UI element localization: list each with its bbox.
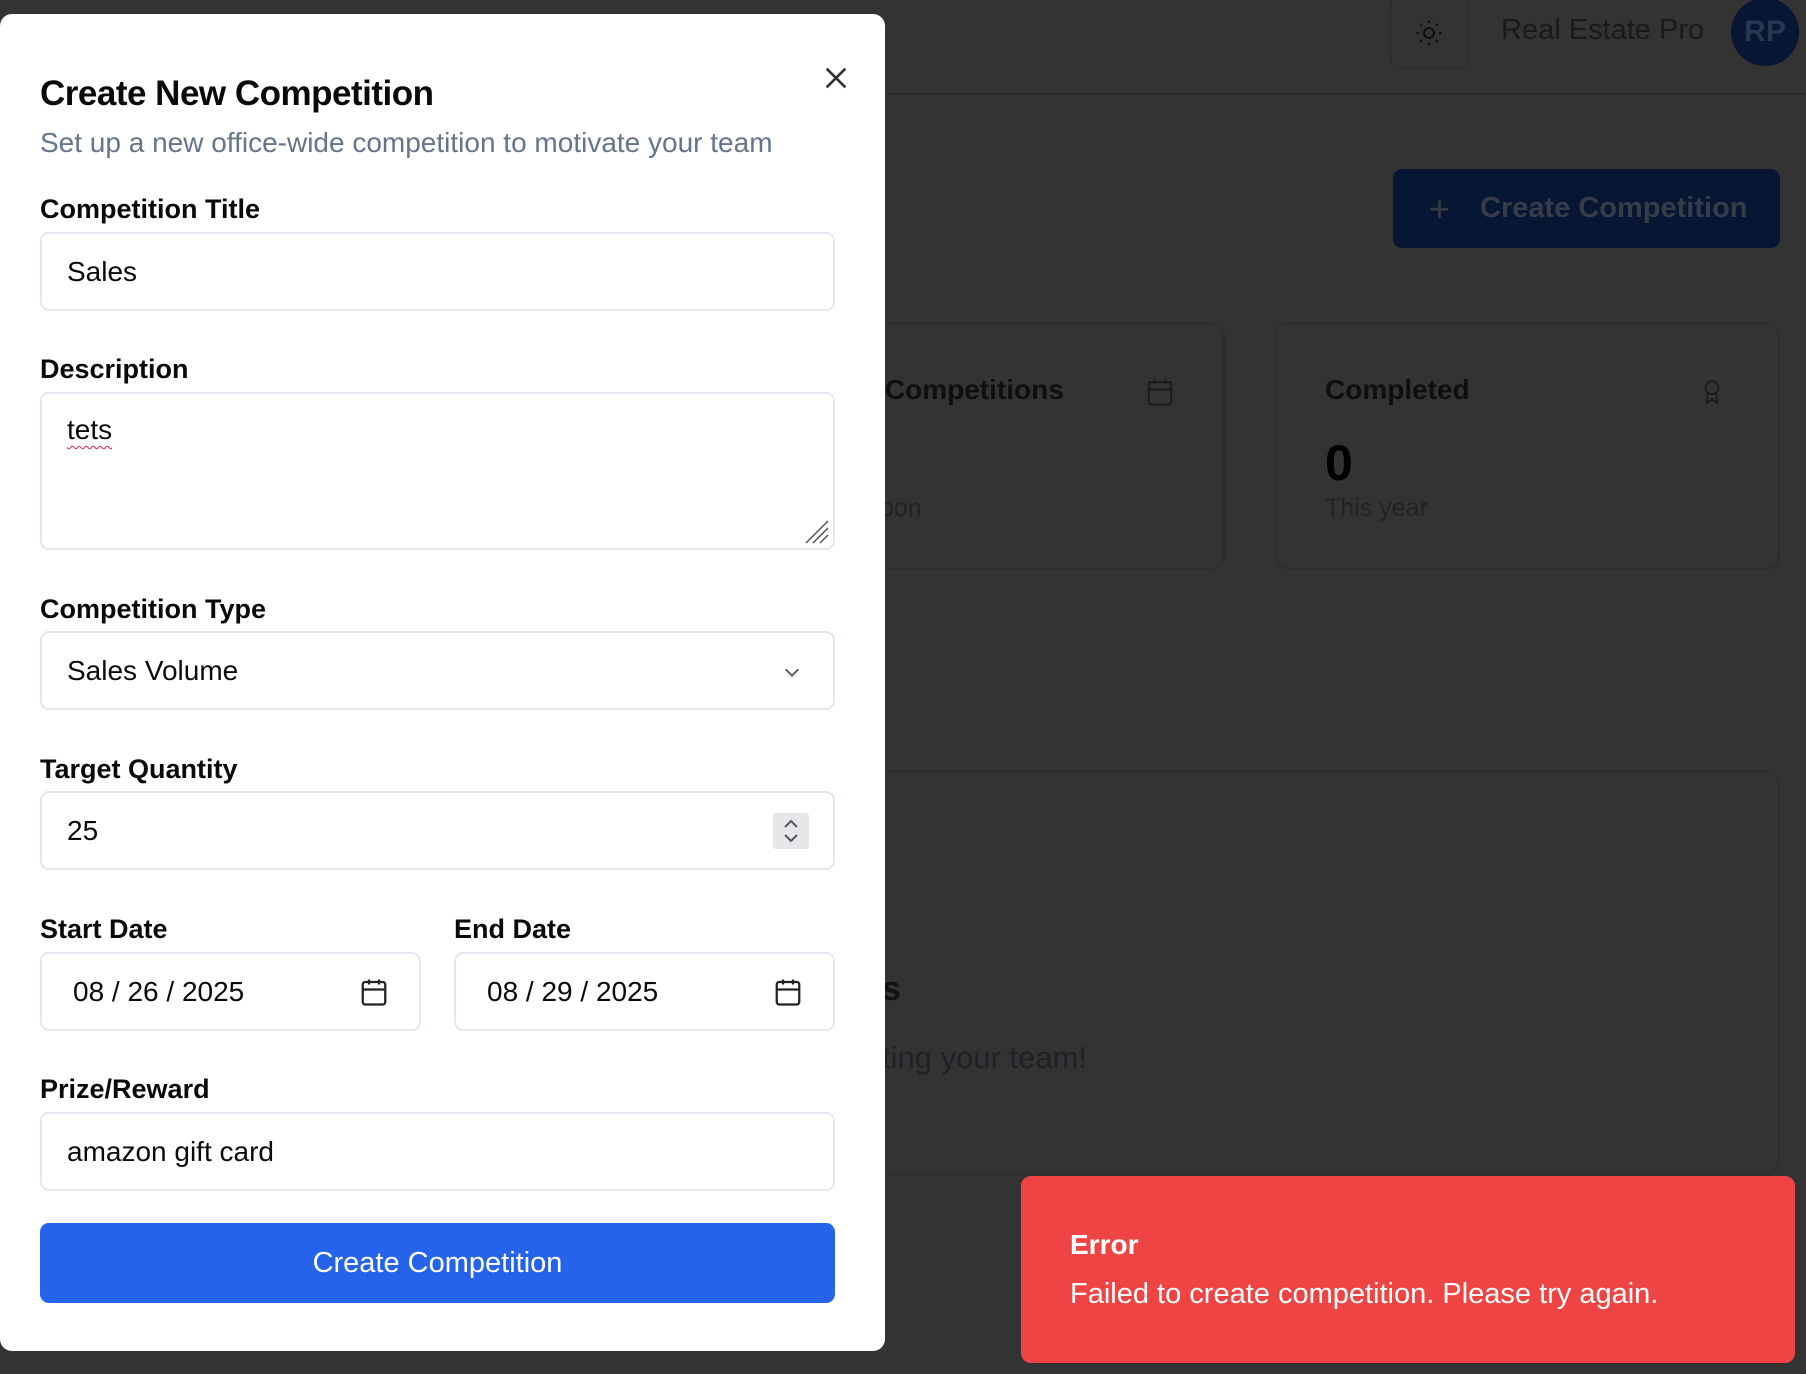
resize-handle-icon[interactable]	[801, 516, 829, 544]
start-date-value: 08 / 26 / 2025	[73, 975, 245, 1007]
end-date-input[interactable]: 08 / 29 / 2025	[454, 952, 835, 1031]
completed-card: Completed 0 This year	[1275, 322, 1780, 570]
competition-type-select[interactable]: Sales Volume	[40, 631, 835, 710]
title-input[interactable]: Sales	[40, 232, 835, 311]
prize-value: amazon gift card	[67, 1135, 274, 1167]
error-toast[interactable]: Error Failed to create competition. Plea…	[1021, 1176, 1795, 1363]
description-textarea[interactable]: tets	[40, 392, 835, 550]
stepper-arrows-icon	[784, 819, 798, 843]
calendar-icon	[1147, 379, 1173, 406]
create-competition-label: Create Competition	[1480, 192, 1748, 224]
target-value: 25	[67, 814, 99, 846]
card-value: 0	[1325, 435, 1353, 491]
calendar-icon[interactable]	[773, 976, 803, 1008]
award-icon	[1704, 380, 1720, 405]
toast-title: Error	[1070, 1229, 1139, 1260]
type-value: Sales Volume	[67, 654, 239, 686]
submit-create-competition-button[interactable]: Create Competition	[40, 1223, 835, 1303]
end-date-value: 08 / 29 / 2025	[487, 975, 659, 1007]
title-label: Competition Title	[40, 194, 260, 224]
start-date-label: Start Date	[40, 914, 168, 944]
title-value: Sales	[67, 255, 138, 287]
description-label: Description	[40, 354, 189, 384]
theme-toggle-button[interactable]	[1390, 0, 1468, 69]
chevron-down-icon	[784, 668, 800, 677]
toast-message: Failed to create competition. Please try…	[1070, 1278, 1659, 1310]
card-subtext: oon	[880, 494, 922, 522]
dialog-subtitle: Set up a new office-wide competition to …	[40, 127, 773, 158]
type-label: Competition Type	[40, 594, 266, 624]
card-title: Completed	[1325, 374, 1470, 405]
prize-label: Prize/Reward	[40, 1074, 210, 1104]
close-icon[interactable]	[820, 62, 852, 94]
card-title: g Competitions	[860, 374, 1064, 405]
empty-state-text: ting your team!	[882, 1040, 1088, 1075]
calendar-icon[interactable]	[359, 976, 389, 1008]
number-stepper[interactable]	[773, 813, 809, 849]
create-competition-button[interactable]: + Create Competition	[1393, 169, 1780, 248]
start-date-input[interactable]: 08 / 26 / 2025	[40, 952, 421, 1031]
app-name: Real Estate Pro	[1501, 14, 1705, 46]
prize-input[interactable]: amazon gift card	[40, 1112, 835, 1191]
card-subtext: This year	[1325, 494, 1428, 522]
dialog-title: Create New Competition	[40, 74, 434, 113]
target-label: Target Quantity	[40, 754, 238, 784]
plus-icon: +	[1429, 187, 1451, 229]
description-value: tets	[67, 414, 113, 445]
target-quantity-input[interactable]: 25	[40, 791, 835, 870]
end-date-label: End Date	[454, 914, 572, 944]
sun-icon	[1416, 20, 1442, 45]
create-competition-dialog: Create New Competition Set up a new offi…	[0, 14, 885, 1351]
avatar[interactable]: RP	[1731, 0, 1799, 66]
